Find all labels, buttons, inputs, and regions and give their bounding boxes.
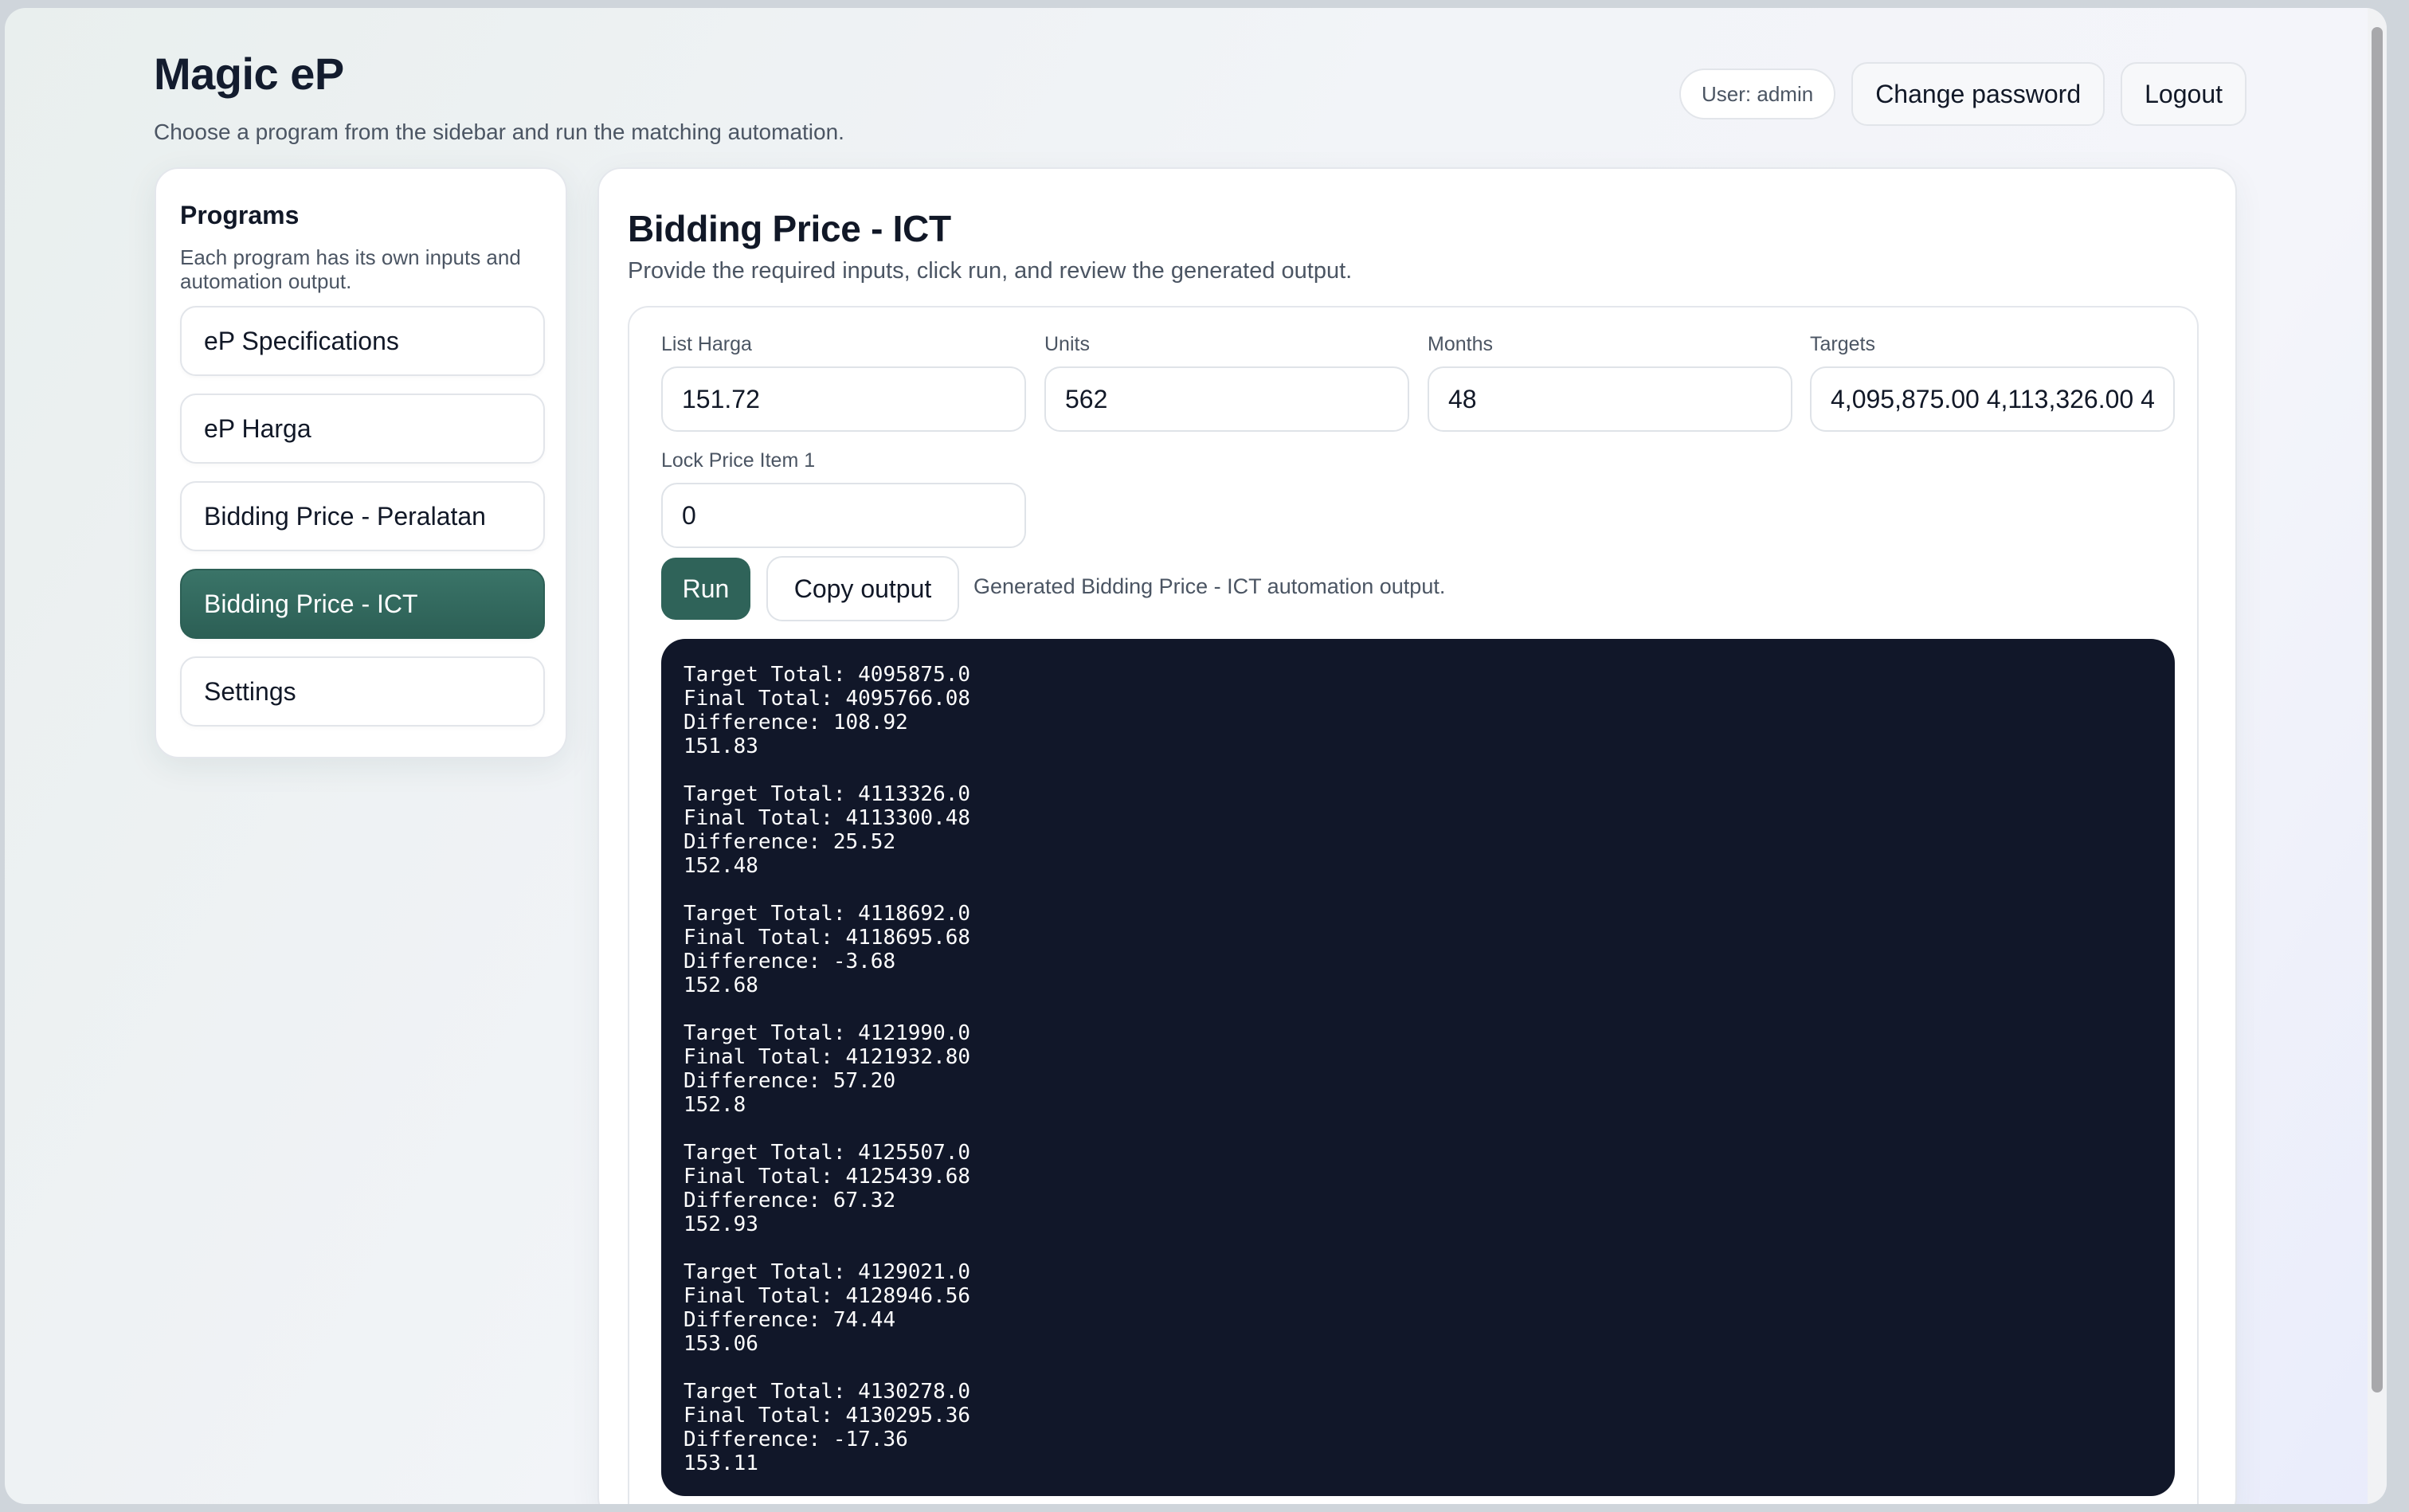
sidebar-item-ep-specifications[interactable]: eP Specifications: [180, 306, 545, 376]
sidebar-item-settings[interactable]: Settings: [180, 656, 545, 727]
list-harga-input[interactable]: [661, 366, 1026, 432]
run-button[interactable]: Run: [661, 558, 750, 620]
lock-price-item-1-input[interactable]: [661, 483, 1026, 548]
app-title: Magic eP: [154, 49, 344, 99]
change-password-button[interactable]: Change password: [1851, 62, 2105, 126]
user-badge: User: admin: [1679, 69, 1836, 119]
status-message: Generated Bidding Price - ICT automation…: [973, 574, 1446, 598]
programs-sidebar: Programs Each program has its own inputs…: [155, 167, 567, 758]
sidebar-title: Programs: [180, 201, 300, 229]
automation-output[interactable]: Target Total: 4095875.0 Final Total: 409…: [661, 639, 2175, 1496]
targets-label: Targets: [1810, 333, 1875, 355]
page-description: Provide the required inputs, click run, …: [628, 258, 1353, 284]
sidebar-item-label: eP Harga: [204, 413, 311, 443]
sidebar-item-ep-harga[interactable]: eP Harga: [180, 394, 545, 464]
app-window: Magic eP Choose a program from the sideb…: [5, 8, 2387, 1504]
sidebar-item-bidding-price-ict[interactable]: Bidding Price - ICT: [180, 569, 545, 639]
app-subtitle: Choose a program from the sidebar and ru…: [154, 119, 844, 144]
months-input[interactable]: [1428, 366, 1792, 432]
sidebar-description: Each program has its own inputs and auto…: [180, 245, 521, 293]
sidebar-item-label: Settings: [204, 676, 296, 706]
sidebar-item-bidding-price-peralatan[interactable]: Bidding Price - Peralatan: [180, 481, 545, 551]
months-label: Months: [1428, 333, 1493, 355]
list-harga-label: List Harga: [661, 333, 752, 355]
targets-input[interactable]: [1810, 366, 2175, 432]
logout-button[interactable]: Logout: [2121, 62, 2246, 126]
header-actions: User: admin Change password Logout: [1679, 62, 2246, 126]
sidebar-item-label: Bidding Price - ICT: [204, 589, 418, 618]
page-scrollbar[interactable]: [2368, 8, 2387, 1504]
copy-output-button[interactable]: Copy output: [766, 556, 959, 621]
lock-price-item-1-label: Lock Price Item 1: [661, 449, 816, 472]
units-label: Units: [1044, 333, 1090, 355]
sidebar-item-label: eP Specifications: [204, 326, 399, 355]
units-input[interactable]: [1044, 366, 1409, 432]
page-title: Bidding Price - ICT: [628, 208, 951, 249]
scrollbar-thumb[interactable]: [2372, 27, 2383, 1393]
sidebar-item-label: Bidding Price - Peralatan: [204, 501, 486, 531]
